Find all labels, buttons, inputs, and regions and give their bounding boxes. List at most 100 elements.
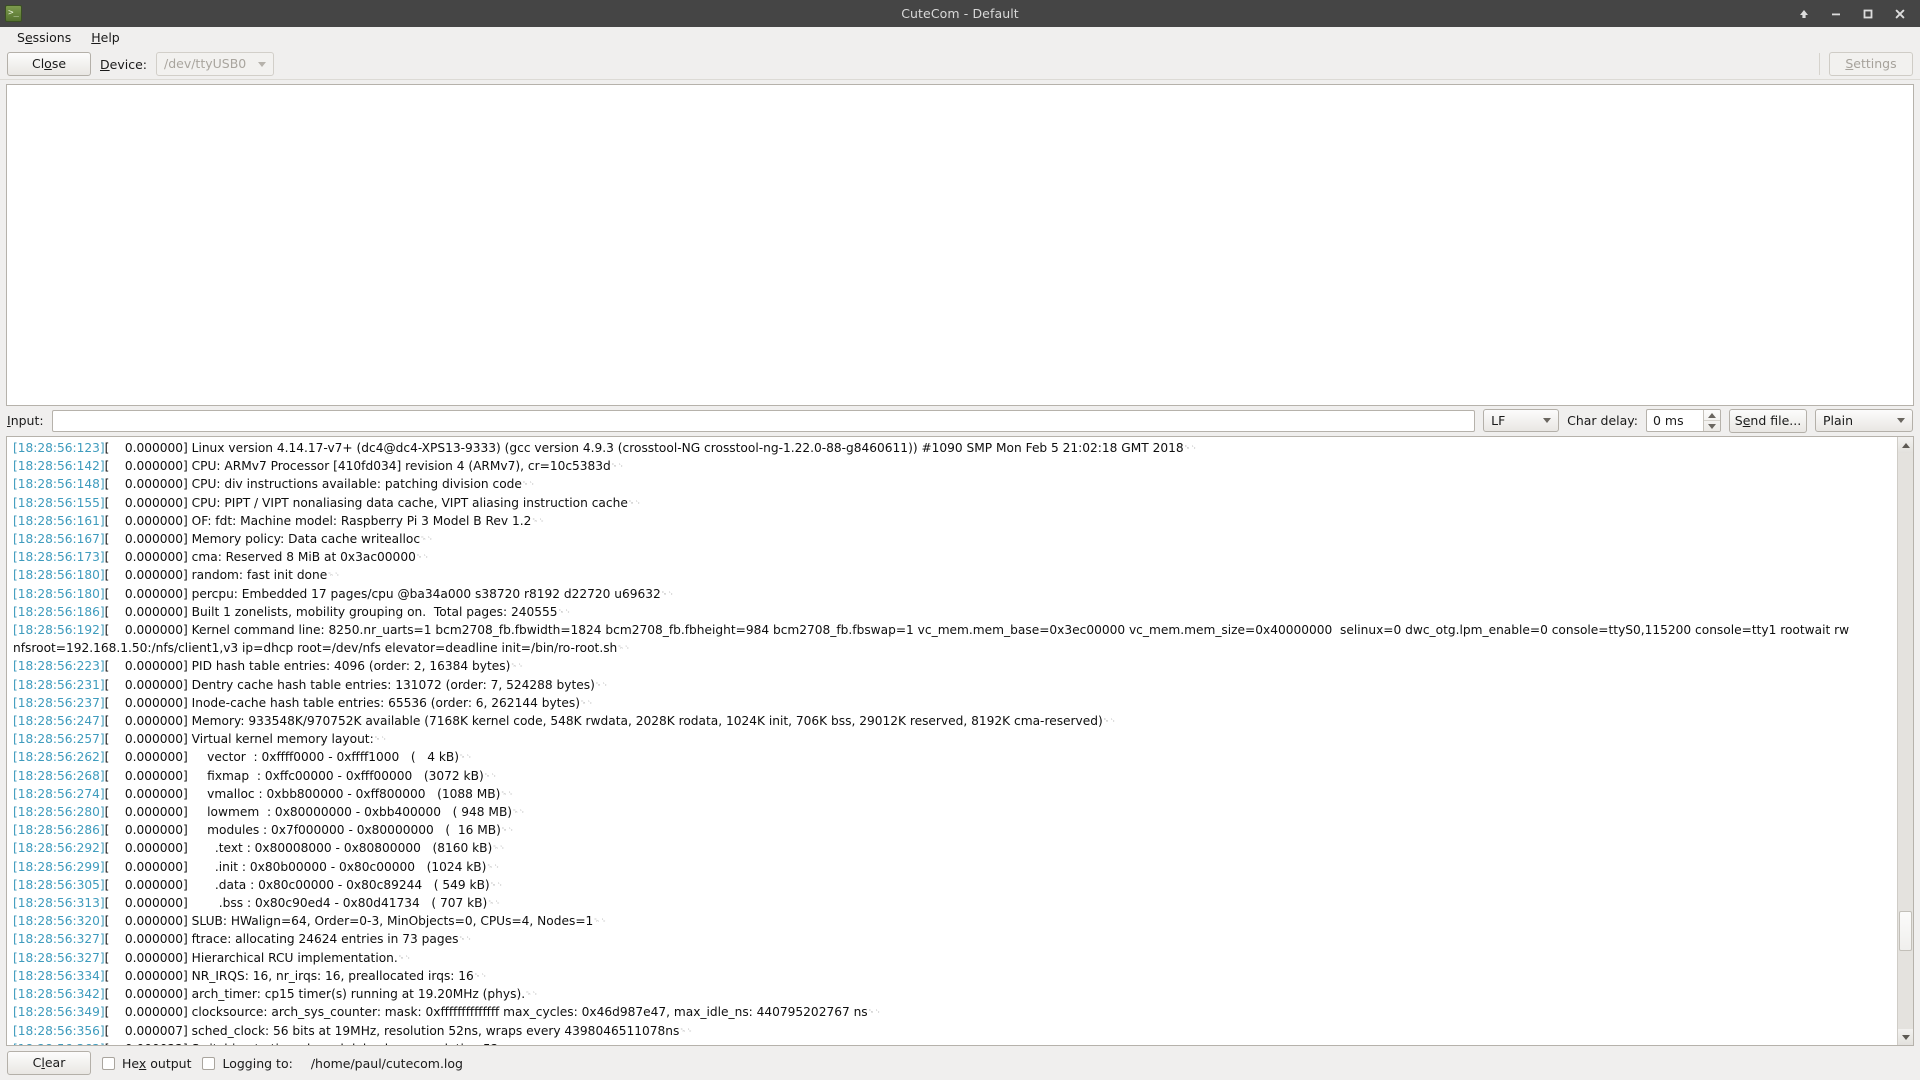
control-char-glyph: ␍␊ bbox=[660, 588, 675, 598]
log-line: [18:28:56:349][ 0.000000] clocksource: a… bbox=[13, 1003, 1894, 1021]
log-timestamp: [18:28:56:334] bbox=[13, 968, 105, 983]
log-timestamp: [18:28:56:292] bbox=[13, 841, 105, 856]
log-message: [ 0.000000] ftrace: allocating 24624 ent… bbox=[104, 932, 459, 947]
log-message: [ 0.000000] .bss : 0x80c90ed4 - 0x80d417… bbox=[104, 896, 488, 911]
log-message: [ 0.000007] sched_clock: 56 bits at 19MH… bbox=[104, 1023, 680, 1038]
log-message: [ 0.000022] Switching to timer-based del… bbox=[105, 1042, 513, 1045]
log-line: [18:28:56:327][ 0.000000] Hierarchical R… bbox=[13, 949, 1894, 967]
control-char-glyph: ␍␊ bbox=[420, 534, 434, 544]
log-timestamp: [18:28:56:123] bbox=[13, 441, 105, 455]
scroll-down-button[interactable] bbox=[1898, 1029, 1913, 1045]
char-delay-value[interactable]: 0 ms bbox=[1647, 410, 1703, 431]
log-message: [ 0.000000] CPU: PIPT / VIPT nonaliasing… bbox=[104, 495, 628, 510]
log-line: [18:28:56:274][ 0.000000] vmalloc : 0xbb… bbox=[13, 785, 1894, 803]
scrollbar-thumb[interactable] bbox=[1899, 911, 1912, 951]
log-line: [18:28:56:155][ 0.000000] CPU: PIPT / VI… bbox=[13, 494, 1894, 512]
checkbox-icon[interactable] bbox=[102, 1056, 115, 1070]
shade-button[interactable] bbox=[1796, 6, 1811, 21]
log-text: [18:28:56:123][ 0.000000] Linux version … bbox=[7, 437, 1897, 1045]
maximize-button[interactable] bbox=[1860, 6, 1875, 21]
log-line: [18:28:56:192][ 0.000000] Kernel command… bbox=[13, 621, 1894, 657]
log-line: [18:28:56:299][ 0.000000] .init : 0x80b0… bbox=[13, 858, 1894, 876]
log-path-value[interactable]: /home/paul/cutecom.log bbox=[311, 1056, 463, 1071]
clear-button[interactable]: Clear bbox=[7, 1051, 91, 1075]
close-button[interactable] bbox=[1892, 6, 1907, 21]
log-line: [18:28:56:186][ 0.000000] Built 1 zoneli… bbox=[13, 603, 1894, 621]
menu-help[interactable]: Help bbox=[82, 28, 129, 48]
bottom-bar: Clear Hex output Logging to: /home/paul/… bbox=[0, 1046, 1920, 1076]
device-label: Device: bbox=[100, 56, 147, 72]
hex-output-checkbox[interactable]: Hex output bbox=[102, 1056, 191, 1071]
log-scrollbar[interactable] bbox=[1897, 437, 1913, 1045]
control-char-glyph: ␍␊ bbox=[500, 825, 515, 835]
checkbox-icon[interactable] bbox=[202, 1056, 216, 1070]
toolbar-divider bbox=[1819, 53, 1820, 75]
log-message: [ 0.000000] Hierarchical RCU implementat… bbox=[104, 950, 398, 965]
spin-down-icon[interactable] bbox=[1704, 421, 1720, 431]
window-titlebar[interactable]: >_ CuteCom - Default bbox=[0, 0, 1920, 27]
log-line: [18:28:56:257][ 0.000000] Virtual kernel… bbox=[13, 730, 1894, 748]
char-delay-label: Char delay: bbox=[1567, 413, 1638, 428]
chevron-down-icon bbox=[1543, 418, 1552, 423]
log-message: [ 0.000000] .data : 0x80c00000 - 0x80c89… bbox=[104, 877, 490, 892]
receive-pane[interactable] bbox=[6, 84, 1914, 406]
control-char-glyph: ␍␊ bbox=[512, 807, 526, 817]
control-char-glyph: ␍␊ bbox=[610, 461, 625, 471]
menu-sessions[interactable]: Sessions bbox=[8, 28, 80, 48]
log-timestamp: [18:28:56:223] bbox=[13, 659, 105, 674]
settings-button[interactable]: Settings bbox=[1829, 52, 1913, 76]
log-output-pane[interactable]: [18:28:56:123][ 0.000000] Linux version … bbox=[6, 436, 1914, 1046]
device-select[interactable]: /dev/ttyUSB0 bbox=[155, 52, 274, 76]
close-connection-button[interactable]: Close bbox=[7, 52, 91, 76]
device-select-value: /dev/ttyUSB0 bbox=[163, 56, 247, 71]
line-ending-select[interactable]: LF bbox=[1483, 409, 1560, 432]
log-line: [18:28:56:180][ 0.000000] random: fast i… bbox=[13, 566, 1894, 584]
log-timestamp: [18:28:56:167] bbox=[13, 532, 105, 547]
control-char-glyph: ␍␊ bbox=[510, 661, 525, 671]
control-char-glyph: ␍␊ bbox=[513, 1044, 527, 1045]
log-message: [ 0.000000] cma: Reserved 8 MiB at 0x3ac… bbox=[104, 550, 416, 565]
control-char-glyph: ␍␊ bbox=[525, 989, 539, 999]
log-line: [18:28:56:262][ 0.000000] vector : 0xfff… bbox=[13, 748, 1894, 766]
log-line: [18:28:56:305][ 0.000000] .data : 0x80c0… bbox=[13, 876, 1894, 894]
log-message: [ 0.000000] percpu: Embedded 17 pages/cp… bbox=[104, 586, 661, 601]
log-timestamp: [18:28:56:161] bbox=[13, 513, 105, 528]
control-char-glyph: ␍␊ bbox=[1102, 716, 1117, 726]
log-line: [18:28:56:167][ 0.000000] Memory policy:… bbox=[13, 530, 1894, 548]
log-timestamp: [18:28:56:186] bbox=[13, 604, 105, 619]
log-timestamp: [18:28:56:327] bbox=[13, 950, 105, 965]
log-line: [18:28:56:320][ 0.000000] SLUB: HWalign=… bbox=[13, 912, 1894, 930]
log-message: [ 0.000000] Dentry cache hash table entr… bbox=[104, 677, 595, 692]
send-format-select[interactable]: Plain bbox=[1815, 409, 1913, 432]
input-field[interactable] bbox=[51, 409, 1476, 432]
char-delay-stepper[interactable]: 0 ms bbox=[1646, 409, 1721, 432]
log-timestamp: [18:28:56:142] bbox=[13, 459, 105, 474]
minimize-button[interactable] bbox=[1828, 6, 1843, 21]
control-char-glyph: ␍␊ bbox=[492, 843, 507, 853]
control-char-glyph: ␍␊ bbox=[531, 515, 546, 525]
spin-up-icon[interactable] bbox=[1704, 410, 1720, 421]
log-timestamp: [18:28:56:257] bbox=[13, 732, 105, 747]
window-controls bbox=[1796, 6, 1920, 21]
char-delay-spin-buttons bbox=[1703, 410, 1720, 431]
logging-checkbox[interactable]: Logging to: bbox=[202, 1056, 293, 1071]
control-char-glyph: ␍␊ bbox=[489, 879, 504, 889]
log-timestamp: [18:28:56:342] bbox=[13, 987, 105, 1002]
log-timestamp: [18:28:56:327] bbox=[13, 932, 105, 947]
control-char-glyph: ␍␊ bbox=[486, 861, 501, 871]
log-message: [ 0.000000] fixmap : 0xffc00000 - 0xfff0… bbox=[104, 768, 484, 783]
control-char-glyph: ␍␊ bbox=[487, 898, 502, 908]
log-message: [ 0.000000] Virtual kernel memory layout… bbox=[104, 732, 374, 747]
log-message: [ 0.000000] PID hash table entries: 4096… bbox=[104, 659, 511, 674]
log-message: [ 0.000000] vmalloc : 0xbb800000 - 0xff8… bbox=[104, 786, 501, 801]
log-line: [18:28:56:180][ 0.000000] percpu: Embedd… bbox=[13, 585, 1894, 603]
scrollbar-track[interactable] bbox=[1898, 453, 1913, 1029]
log-timestamp: [18:28:56:286] bbox=[13, 823, 105, 838]
send-file-button[interactable]: Send file... bbox=[1729, 408, 1807, 433]
log-message: [ 0.000000] Memory: 933548K/970752K avai… bbox=[104, 714, 1103, 729]
scroll-up-button[interactable] bbox=[1898, 437, 1913, 453]
log-timestamp: [18:28:56:231] bbox=[13, 677, 105, 692]
input-row: Input: LF Char delay: 0 ms Send file... … bbox=[0, 406, 1920, 436]
log-timestamp: [18:28:56:180] bbox=[13, 568, 105, 583]
log-timestamp: [18:28:56:363] bbox=[13, 1042, 105, 1045]
